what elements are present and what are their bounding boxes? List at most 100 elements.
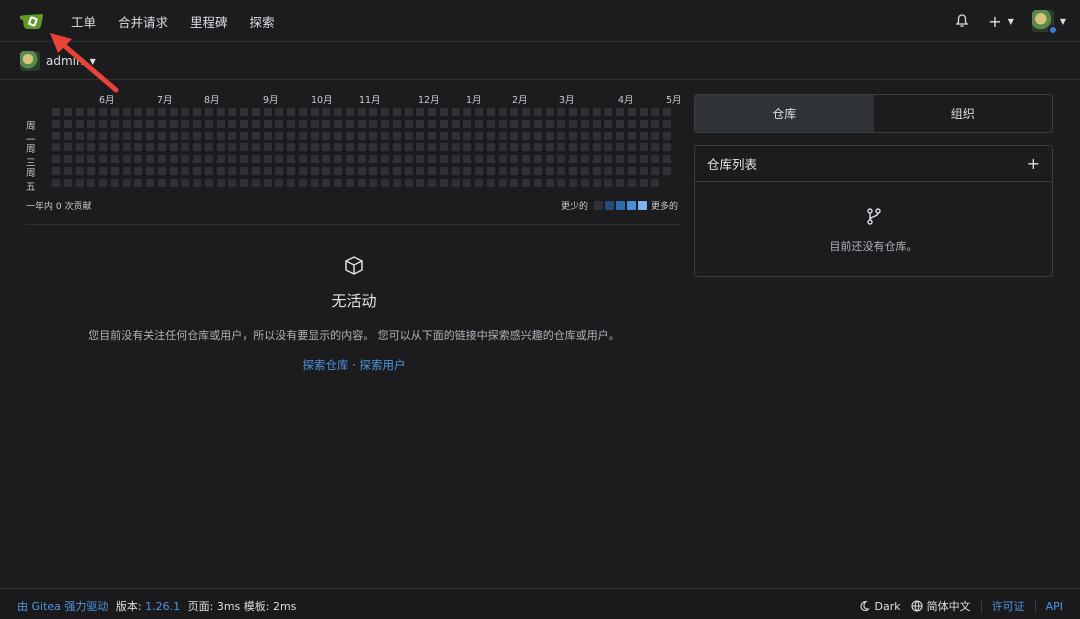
heatmap-cell[interactable] <box>275 131 284 140</box>
heatmap-cell[interactable] <box>240 119 248 128</box>
heatmap-cell[interactable] <box>345 143 354 152</box>
heatmap-cell[interactable] <box>486 143 495 152</box>
heatmap-cell[interactable] <box>169 166 178 175</box>
heatmap-cell[interactable] <box>263 119 272 128</box>
heatmap-cell[interactable] <box>251 166 260 175</box>
heatmap-cell[interactable] <box>204 119 213 128</box>
heatmap-cell[interactable] <box>369 108 378 116</box>
heatmap-cell[interactable] <box>663 131 671 140</box>
explore-users-link[interactable]: 探索用户 <box>359 358 405 372</box>
heatmap-cell[interactable] <box>63 178 72 187</box>
heatmap-cell[interactable] <box>169 178 178 187</box>
heatmap-cell[interactable] <box>52 119 60 128</box>
heatmap-cell[interactable] <box>228 166 237 175</box>
heatmap-cell[interactable] <box>110 131 119 140</box>
heatmap-cell[interactable] <box>451 131 460 140</box>
heatmap-cell[interactable] <box>275 119 284 128</box>
heatmap-cell[interactable] <box>510 131 519 140</box>
heatmap-cell[interactable] <box>334 155 342 163</box>
heatmap-cell[interactable] <box>463 119 472 128</box>
heatmap-cell[interactable] <box>204 131 213 140</box>
heatmap-cell[interactable] <box>627 131 636 140</box>
heatmap-cell[interactable] <box>216 155 225 163</box>
heatmap-cell[interactable] <box>122 166 131 175</box>
heatmap-cell[interactable] <box>134 166 143 175</box>
heatmap-cell[interactable] <box>263 108 272 116</box>
heatmap-cell[interactable] <box>498 108 507 116</box>
heatmap-cell[interactable] <box>522 178 530 187</box>
heatmap-cell[interactable] <box>592 108 601 116</box>
language-switcher[interactable]: 简体中文 <box>911 598 971 614</box>
heatmap-cell[interactable] <box>134 143 143 152</box>
heatmap-cell[interactable] <box>193 166 201 175</box>
heatmap-cell[interactable] <box>216 143 225 152</box>
heatmap-cell[interactable] <box>228 143 237 152</box>
heatmap-cell[interactable] <box>334 166 342 175</box>
heatmap-cell[interactable] <box>510 108 519 116</box>
heatmap-cell[interactable] <box>275 155 284 163</box>
heatmap-cell[interactable] <box>251 155 260 163</box>
heatmap-cell[interactable] <box>240 155 248 163</box>
heatmap-cell[interactable] <box>381 131 389 140</box>
heatmap-cell[interactable] <box>63 155 72 163</box>
heatmap-cell[interactable] <box>322 108 331 116</box>
heatmap-cell[interactable] <box>298 143 307 152</box>
heatmap-cell[interactable] <box>557 178 566 187</box>
heatmap-cell[interactable] <box>569 166 577 175</box>
heatmap-cell[interactable] <box>616 131 624 140</box>
heatmap-cell[interactable] <box>498 143 507 152</box>
heatmap-cell[interactable] <box>369 131 378 140</box>
heatmap-cell[interactable] <box>99 131 107 140</box>
heatmap-cell[interactable] <box>522 131 530 140</box>
license-link[interactable]: 许可证 <box>992 598 1025 614</box>
heatmap-cell[interactable] <box>75 155 84 163</box>
heatmap-cell[interactable] <box>545 131 554 140</box>
heatmap-cell[interactable] <box>87 119 96 128</box>
heatmap-cell[interactable] <box>639 143 648 152</box>
heatmap-cell[interactable] <box>604 119 613 128</box>
heatmap-cell[interactable] <box>310 119 319 128</box>
heatmap-cell[interactable] <box>486 166 495 175</box>
heatmap-cell[interactable] <box>298 155 307 163</box>
heatmap-cell[interactable] <box>87 166 96 175</box>
heatmap-cell[interactable] <box>357 166 366 175</box>
heatmap-cell[interactable] <box>545 108 554 116</box>
heatmap-cell[interactable] <box>616 178 624 187</box>
heatmap-cell[interactable] <box>240 178 248 187</box>
heatmap-cell[interactable] <box>569 178 577 187</box>
heatmap-cell[interactable] <box>110 155 119 163</box>
heatmap-cell[interactable] <box>298 166 307 175</box>
heatmap-cell[interactable] <box>510 155 519 163</box>
heatmap-cell[interactable] <box>545 178 554 187</box>
heatmap-cell[interactable] <box>52 178 60 187</box>
heatmap-cell[interactable] <box>110 119 119 128</box>
nav-explore[interactable]: 探索 <box>239 12 286 31</box>
heatmap-cell[interactable] <box>475 178 483 187</box>
heatmap-cell[interactable] <box>263 178 272 187</box>
heatmap-cell[interactable] <box>251 108 260 116</box>
heatmap-cell[interactable] <box>533 108 542 116</box>
heatmap-cell[interactable] <box>52 166 60 175</box>
heatmap-cell[interactable] <box>263 131 272 140</box>
heatmap-cell[interactable] <box>557 155 566 163</box>
heatmap-cell[interactable] <box>569 143 577 152</box>
heatmap-cell[interactable] <box>52 131 60 140</box>
heatmap-cell[interactable] <box>557 119 566 128</box>
heatmap-cell[interactable] <box>404 119 413 128</box>
heatmap-cell[interactable] <box>193 178 201 187</box>
heatmap-cell[interactable] <box>392 166 401 175</box>
heatmap-cell[interactable] <box>193 131 201 140</box>
heatmap-cell[interactable] <box>75 119 84 128</box>
heatmap-cell[interactable] <box>228 178 237 187</box>
heatmap-cell[interactable] <box>287 131 295 140</box>
heatmap-cell[interactable] <box>510 178 519 187</box>
heatmap-cell[interactable] <box>428 166 436 175</box>
heatmap-cell[interactable] <box>439 108 448 116</box>
heatmap-cell[interactable] <box>510 143 519 152</box>
heatmap-cell[interactable] <box>416 166 425 175</box>
heatmap-cell[interactable] <box>498 131 507 140</box>
heatmap-cell[interactable] <box>381 155 389 163</box>
heatmap-cell[interactable] <box>357 155 366 163</box>
heatmap-cell[interactable] <box>110 166 119 175</box>
heatmap-cell[interactable] <box>169 108 178 116</box>
